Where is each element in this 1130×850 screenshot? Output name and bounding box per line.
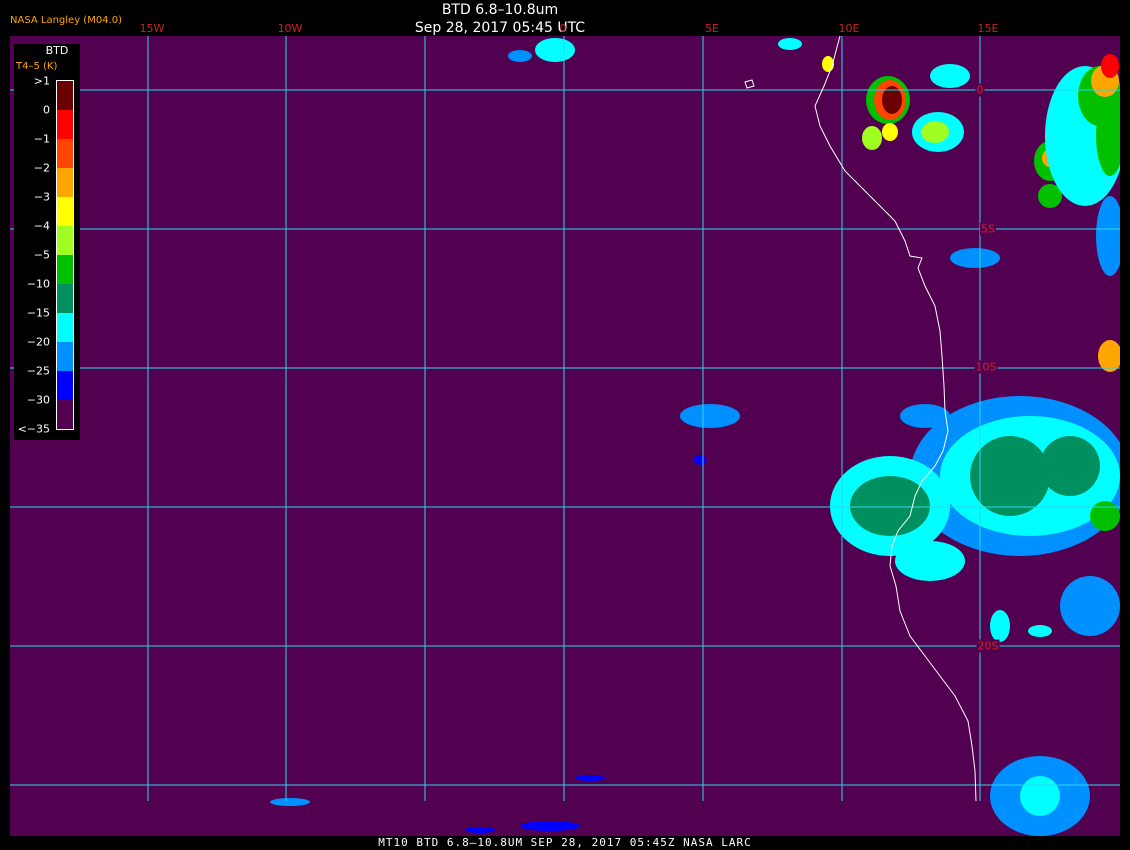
cloud-cell bbox=[1028, 625, 1052, 637]
lon-label-15e: 15E bbox=[977, 22, 999, 35]
lat-label-5s: 5S bbox=[980, 222, 996, 236]
status-footer: MT10 BTD 6.8–10.8UM SEP 28, 2017 05:45Z … bbox=[0, 836, 1130, 850]
cloud-cell bbox=[535, 38, 575, 62]
cloud-cell bbox=[465, 827, 495, 833]
color-legend: BTD T4–5 (K) >1 0 −1 −2 −3 −4 −5 −10 −15 −20 −25 −3… bbox=[14, 44, 80, 440]
cloud-cell bbox=[680, 404, 740, 428]
cloud-cell bbox=[990, 610, 1010, 642]
legend-tick-label: −30 bbox=[26, 393, 50, 407]
legend-tick-label: −3 bbox=[33, 190, 50, 204]
lat-label-0: 0 bbox=[975, 83, 985, 97]
satellite-map[interactable] bbox=[10, 36, 1120, 836]
cloud-cell bbox=[1090, 501, 1120, 531]
cloud-cell bbox=[520, 821, 580, 831]
cloud-cell bbox=[921, 121, 949, 143]
cloud-cell bbox=[850, 476, 930, 536]
legend-units: T4–5 (K) bbox=[16, 61, 58, 72]
legend-tick-label: −10 bbox=[26, 277, 50, 291]
cloud-cell bbox=[508, 50, 532, 62]
cloud-cell bbox=[1096, 196, 1120, 276]
cloud-cell bbox=[270, 798, 310, 806]
legend-tick-label: −4 bbox=[33, 219, 50, 233]
cloud-features bbox=[270, 38, 1120, 836]
legend-tick-label: −20 bbox=[26, 335, 50, 349]
map-canvas bbox=[10, 36, 1120, 836]
lon-label-10w: 10W bbox=[277, 22, 303, 35]
map-timestamp: Sep 28, 2017 05:45 UTC bbox=[414, 20, 586, 36]
cloud-cell bbox=[862, 126, 882, 150]
legend-tick-label: −25 bbox=[26, 364, 50, 378]
lat-label-20s: 20S bbox=[976, 639, 1000, 653]
lat-label-10s: 10S bbox=[974, 360, 998, 374]
legend-tick-label: −15 bbox=[26, 306, 50, 320]
cloud-cell bbox=[694, 455, 706, 465]
legend-frame bbox=[56, 80, 74, 430]
cloud-cell bbox=[900, 404, 950, 428]
cloud-cell bbox=[1098, 340, 1120, 372]
cloud-cell bbox=[1020, 776, 1060, 816]
legend-tick-label: <−35 bbox=[17, 422, 50, 436]
cloud-cell bbox=[1060, 576, 1120, 636]
lon-label-0: 0 bbox=[559, 22, 567, 35]
lon-label-5e: 5E bbox=[705, 22, 719, 35]
map-title: BTD 6.8–10.8um bbox=[441, 2, 559, 18]
legend-tick-label: −1 bbox=[33, 132, 50, 146]
legend-tick-label: −2 bbox=[33, 161, 50, 175]
cloud-cell bbox=[1101, 54, 1119, 78]
coastline-island bbox=[744, 79, 755, 89]
source-label: NASA Langley (M04.0) bbox=[10, 15, 122, 26]
lon-label-15w: 15W bbox=[139, 22, 165, 35]
cloud-cell bbox=[895, 541, 965, 581]
cloud-cell bbox=[1040, 436, 1100, 496]
cloud-cell bbox=[575, 775, 605, 781]
cloud-cell bbox=[950, 248, 1000, 268]
cloud-cell bbox=[882, 123, 898, 141]
legend-tick-label: >1 bbox=[33, 74, 50, 88]
legend-tick-label: −5 bbox=[33, 248, 50, 262]
lon-label-10e: 10E bbox=[838, 22, 860, 35]
legend-tick-label: 0 bbox=[43, 103, 50, 117]
cloud-cell bbox=[930, 64, 970, 88]
cloud-cell bbox=[970, 436, 1050, 516]
cloud-cell bbox=[778, 38, 802, 50]
legend-title: BTD bbox=[45, 44, 69, 57]
